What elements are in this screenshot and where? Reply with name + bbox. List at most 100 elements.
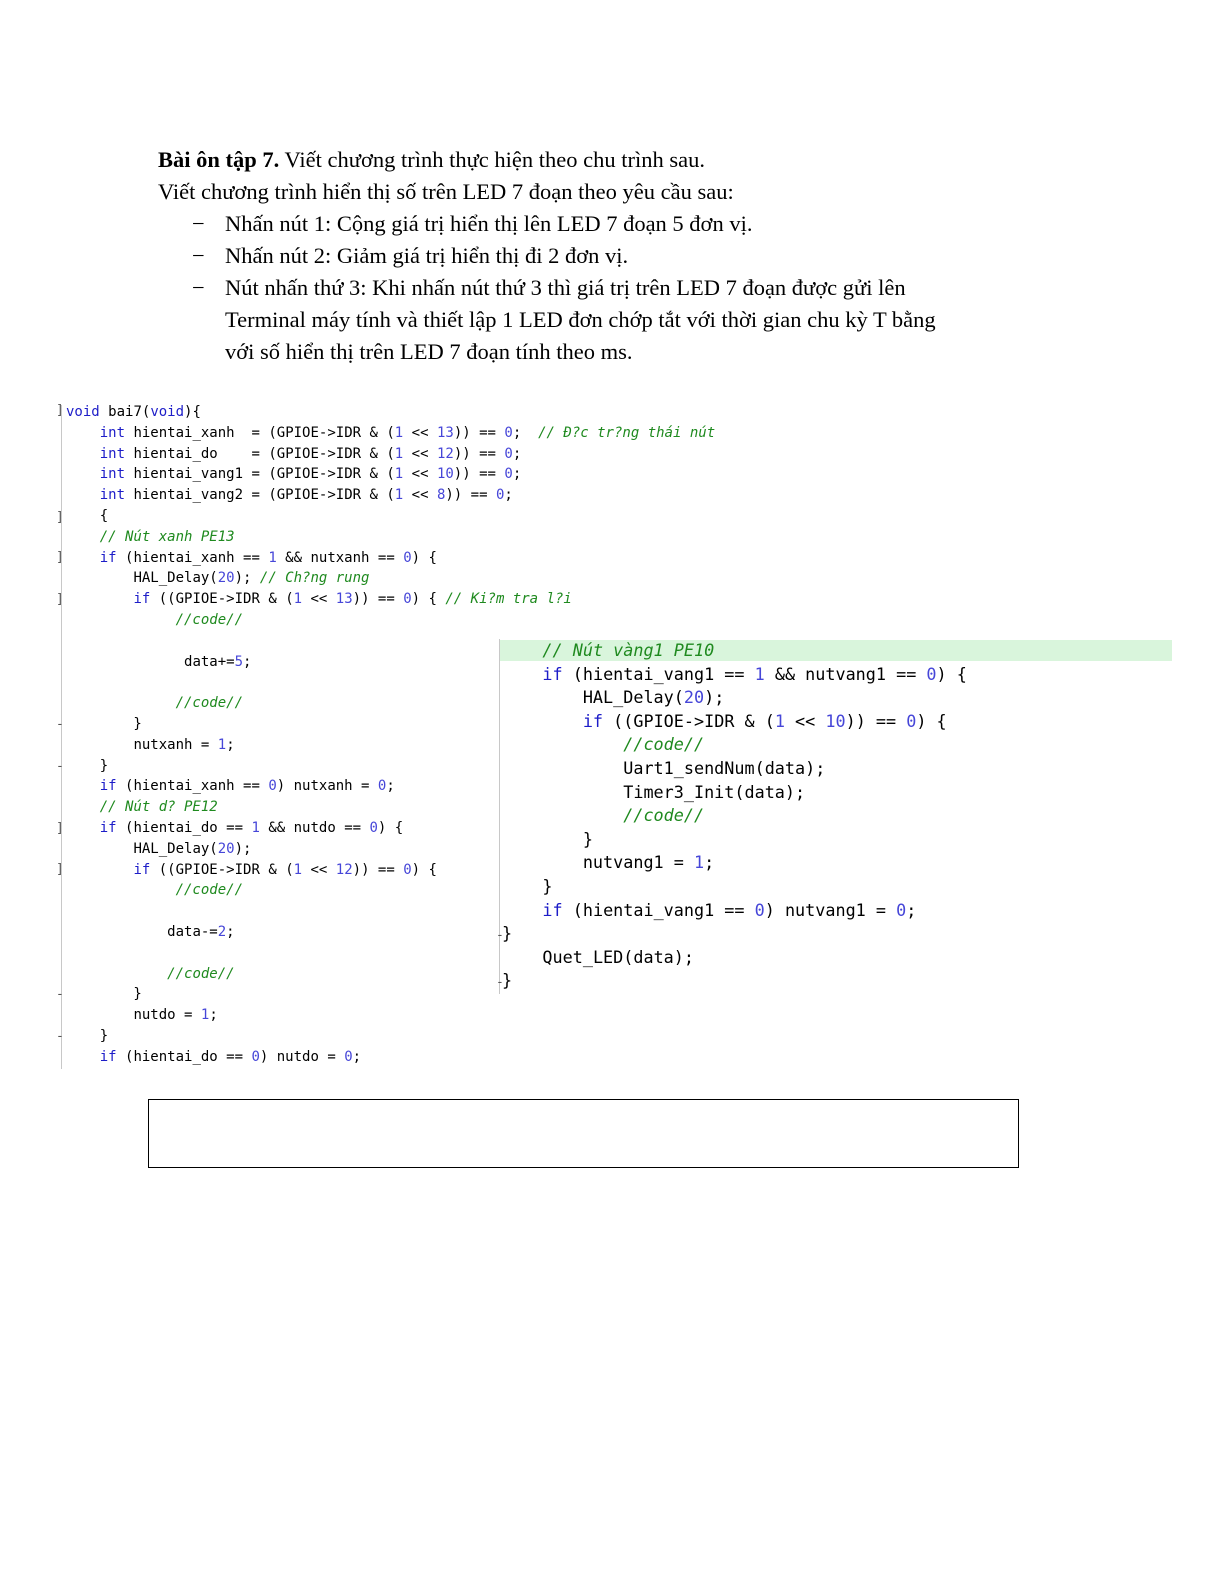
code-number: 0 xyxy=(344,1048,353,1065)
code-token: nutvang1 xyxy=(582,852,664,873)
bullet-item: − Nhấn nút 1: Cộng giá trị hiển thị lên L… xyxy=(158,208,1058,240)
code-token: HAL_Delay xyxy=(582,687,674,708)
code-token: == xyxy=(234,549,269,566)
code-token: IDR xyxy=(234,861,260,878)
fold-open-marker: ] xyxy=(56,510,64,525)
code-line: } xyxy=(502,969,967,993)
code-line: } xyxy=(502,875,967,899)
code-token: << xyxy=(784,710,826,731)
code-token: ; xyxy=(512,445,522,462)
bullet-dash: − xyxy=(192,243,205,268)
code-number: 5 xyxy=(234,653,244,670)
code-line: if (hientai_do == 0) nutdo = 0; xyxy=(66,1047,715,1068)
code-token: hientai_vang1 xyxy=(582,899,715,920)
code-comment: // Nút vàng1 PE10 xyxy=(542,640,715,660)
code-token: ) xyxy=(276,778,294,795)
code-line: //code// xyxy=(502,733,967,757)
code-line: HAL_Delay(20); xyxy=(502,686,967,710)
code-token: )) == xyxy=(445,487,496,504)
code-token: ); xyxy=(234,840,252,857)
code-token: = ( xyxy=(243,487,277,504)
code-token: ; xyxy=(243,653,252,670)
code-token: nutdo xyxy=(276,1048,319,1065)
code-token: = xyxy=(352,778,378,795)
code-line: //code// xyxy=(66,610,715,631)
code-token: ; xyxy=(209,1007,218,1024)
code-token: GPIOE xyxy=(175,591,218,608)
code-token: ) xyxy=(764,899,785,920)
code-token: = ( xyxy=(243,466,277,483)
code-number: 10 xyxy=(825,710,846,731)
code-token: ) { xyxy=(916,710,947,731)
code-token: nutdo xyxy=(293,819,336,836)
code-number: 1 xyxy=(268,549,277,566)
code-token: )) == xyxy=(453,424,505,441)
code-token: ); xyxy=(673,946,694,967)
code-token: ( xyxy=(209,570,218,587)
code-number: 0 xyxy=(504,466,513,483)
code-token: hientai_do xyxy=(133,445,218,462)
code-number: 0 xyxy=(403,861,412,878)
code-keyword: if xyxy=(99,819,117,836)
code-number: 20 xyxy=(217,570,235,587)
fold-open-marker: ] xyxy=(56,550,64,565)
code-number: 1 xyxy=(394,466,404,483)
bullet-item: − Nhấn nút 2: Giảm giá trị hiển thị đi 2 … xyxy=(158,240,1058,272)
code-token: } xyxy=(502,970,513,991)
code-token: -> xyxy=(318,487,336,504)
bullet-dash: − xyxy=(192,275,205,300)
exercise-intro: Viết chương trình hiển thị số trên LED 7… xyxy=(158,179,734,204)
code-token: ( xyxy=(623,946,634,967)
code-token: ; xyxy=(226,736,235,753)
code-token: << xyxy=(302,591,336,608)
code-number: 1 xyxy=(693,852,705,873)
code-token: += xyxy=(217,653,235,670)
code-number: 1 xyxy=(251,819,260,836)
code-comment: // Ð?c tr?ng thái nút xyxy=(538,424,716,441)
code-line: int hientai_xanh = (GPIOE->IDR & (1 << 1… xyxy=(66,423,715,444)
code-token: GPIOE xyxy=(276,424,319,441)
code-left-gutter-line xyxy=(61,405,62,1069)
code-comment: //code// xyxy=(175,611,244,628)
code-number: 1 xyxy=(394,487,404,504)
code-line: Uart1_sendNum(data); xyxy=(502,757,967,781)
code-keyword: int xyxy=(99,487,126,504)
code-keyword: if xyxy=(542,899,563,920)
code-number: 0 xyxy=(896,899,907,920)
code-token: } xyxy=(66,986,142,1003)
code-number: 0 xyxy=(369,819,378,836)
code-line: Timer3_Init(data); xyxy=(502,781,967,805)
code-token: hientai_vang1 xyxy=(133,466,244,483)
code-token: data xyxy=(167,923,201,940)
code-keyword: if xyxy=(99,778,117,795)
code-token: == xyxy=(217,819,252,836)
code-token: == xyxy=(335,819,370,836)
code-token: & ( xyxy=(361,445,395,462)
code-token: ); xyxy=(805,757,826,778)
code-token: & ( xyxy=(259,861,294,878)
code-token: ) { xyxy=(411,861,437,878)
code-token: -= xyxy=(200,923,218,940)
code-token: ( xyxy=(116,778,134,795)
fold-end-marker: - xyxy=(56,759,64,774)
code-token: == xyxy=(217,1048,252,1065)
code-token: hientai_xanh xyxy=(133,549,235,566)
code-token: == xyxy=(714,663,755,684)
code-line: Quet_LED(data); xyxy=(502,946,967,970)
code-keyword: if xyxy=(133,591,151,608)
code-token: ) xyxy=(259,1048,277,1065)
bullet-item: − Nút nhấn thứ 3: Khi nhấn nút thứ 3 thì … xyxy=(158,272,1058,304)
code-token: data xyxy=(633,946,674,967)
code-token: IDR xyxy=(335,487,362,504)
code-token: << xyxy=(403,445,437,462)
code-number: 0 xyxy=(504,445,513,462)
code-token: GPIOE xyxy=(276,445,319,462)
code-token: ){ xyxy=(184,404,201,420)
